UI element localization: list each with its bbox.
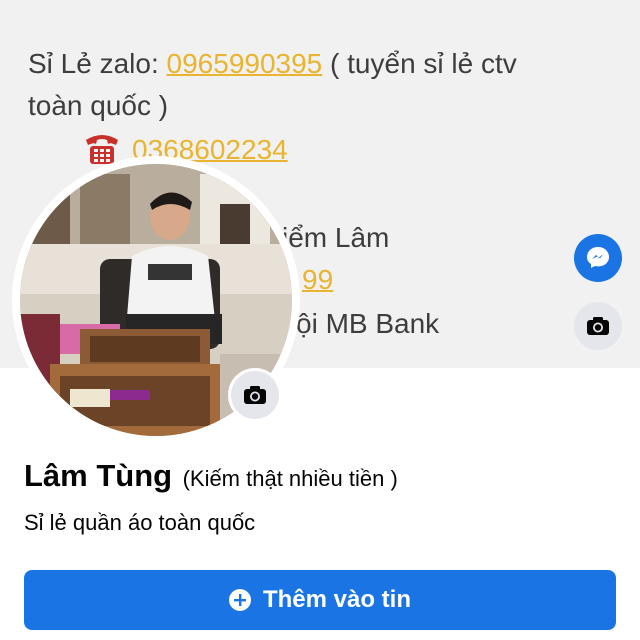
cover-text-line-2: toàn quốc ) bbox=[28, 90, 169, 121]
cover-phone-link-1[interactable]: 0965990395 bbox=[167, 48, 323, 79]
messenger-icon bbox=[587, 247, 609, 268]
cover-text-prefix: Sỉ Lẻ zalo: bbox=[28, 48, 167, 79]
plus-circle-icon bbox=[228, 589, 251, 611]
messenger-button[interactable] bbox=[574, 234, 622, 282]
cover-text-suffix: ( tuyển sỉ lẻ ctv bbox=[322, 48, 517, 79]
profile-name: Lâm Tùng bbox=[24, 458, 173, 493]
cover-text-line-4: iểm Lâm bbox=[282, 222, 390, 253]
profile-nickname: (Kiếm thật nhiều tiền ) bbox=[182, 466, 398, 491]
cover-text-line-6: ội MB Bank bbox=[296, 308, 440, 339]
camera-icon bbox=[587, 317, 609, 335]
telephone-icon bbox=[82, 128, 122, 166]
add-to-story-button[interactable]: Thêm vào tin bbox=[24, 570, 616, 630]
edit-cover-button[interactable] bbox=[574, 302, 622, 350]
profile-name-row: Lâm Tùng (Kiếm thật nhiều tiền ) bbox=[24, 458, 398, 494]
add-to-story-label: Thêm vào tin bbox=[262, 586, 412, 613]
cover-phone-link-3[interactable]: 99 bbox=[302, 264, 333, 295]
cover-text-line-5: 99 bbox=[302, 264, 333, 296]
camera-icon bbox=[244, 386, 266, 404]
profile-bio: Sỉ lẻ quần áo toàn quốc bbox=[24, 510, 256, 535]
cover-text-line-1: Sỉ Lẻ zalo: 0965990395 ( tuyển sỉ lẻ ctv bbox=[28, 48, 517, 80]
edit-avatar-button[interactable] bbox=[228, 368, 282, 422]
